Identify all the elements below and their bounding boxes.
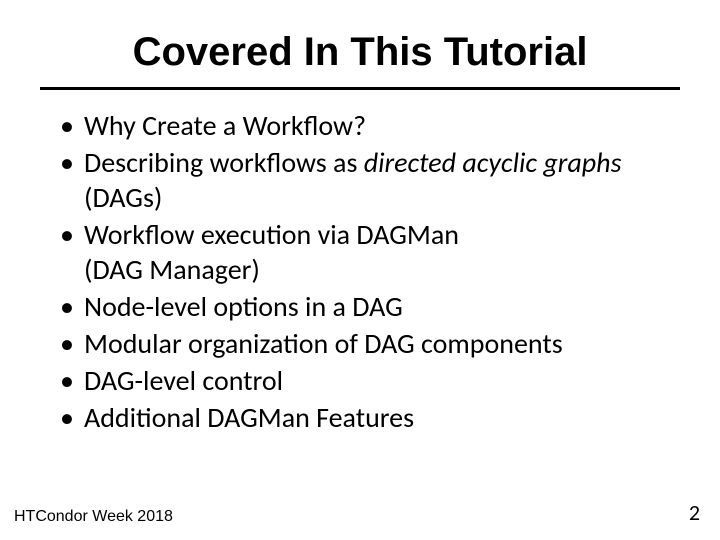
bullet-text: (DAG Manager)	[84, 252, 260, 287]
bullet-text: Additional DAGMan Features	[84, 400, 414, 435]
slide: Covered In This Tutorial Why Create a Wo…	[0, 0, 720, 540]
slide-title: Covered In This Tutorial	[40, 30, 680, 75]
bullet-text: Describing workflows as	[84, 145, 364, 180]
list-item: Why Create a Workflow?	[60, 108, 680, 143]
title-divider	[40, 87, 680, 90]
list-item: DAG-level control	[60, 363, 680, 398]
bullet-text: Node-level options in a DAG	[84, 289, 403, 324]
list-item: Workflow execution via DAGMan (DAG Manag…	[60, 217, 680, 287]
footer-left: HTCondor Week 2018	[14, 508, 173, 526]
bullet-text: (DAGs)	[84, 180, 162, 215]
bullet-text-italic: directed acyclic graphs	[364, 145, 622, 180]
bullet-text: Why Create a Workflow?	[84, 108, 366, 143]
list-item: Describing workflows as directed acyclic…	[60, 145, 680, 215]
bullet-text: Modular organization of DAG components	[84, 326, 563, 361]
list-item: Modular organization of DAG components	[60, 326, 680, 361]
list-item: Additional DAGMan Features	[60, 400, 680, 435]
bullet-list: Why Create a Workflow? Describing workfl…	[40, 108, 680, 435]
page-number: 2	[689, 499, 700, 526]
list-item: Node-level options in a DAG	[60, 289, 680, 324]
bullet-text: DAG-level control	[84, 363, 283, 398]
bullet-text: Workflow execution via DAGMan	[84, 217, 459, 252]
